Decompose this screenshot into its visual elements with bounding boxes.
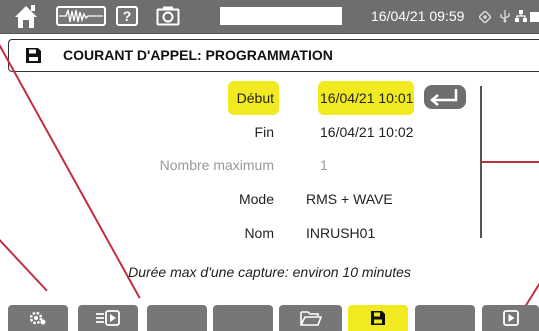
enter-button[interactable] [424,85,466,109]
settings-icon [29,311,46,325]
fin-value[interactable]: 16/04/21 10:02 [320,124,413,140]
field-label: Fin [254,124,274,140]
callout-line [482,161,539,163]
camera-icon[interactable] [156,6,180,31]
function-key-3[interactable] [147,305,207,331]
list-play-button[interactable] [78,305,138,331]
function-key-4[interactable] [213,305,273,331]
nombre-maximum-value: 1 [320,157,328,173]
save-button[interactable] [348,305,408,331]
nom-value[interactable]: INRUSH01 [306,225,375,241]
datetime-display: 16/04/21 09:59 [371,8,465,24]
function-key-8[interactable] [415,305,475,331]
status-bar: ? 16/04/21 09:59 [0,0,539,34]
debut-value[interactable]: 16/04/21 10:01 [320,90,413,106]
callout-line [525,281,539,306]
page-title-bar: COURANT D'APPEL: PROGRAMMATION [8,39,539,72]
network-icon [514,9,528,28]
list-play-icon [96,310,120,326]
play-icon [502,310,519,326]
open-folder-button[interactable] [280,305,342,331]
folder-icon [300,311,322,326]
play-button[interactable] [482,305,539,331]
save-icon [371,311,385,325]
help-button[interactable]: ? [116,6,138,26]
battery-icon [530,10,539,28]
field-label: Nombre maximum [159,157,274,173]
page-title: COURANT D'APPEL: PROGRAMMATION [63,47,333,63]
usb-icon [498,9,512,28]
memory-progress-bar [220,7,342,25]
field-label: Début [236,90,274,106]
settings-button[interactable] [8,305,68,331]
field-label: Mode [238,191,274,207]
mode-value[interactable]: RMS + WAVE [306,191,393,207]
capture-duration-note: Durée max d'une capture: environ 10 minu… [128,264,411,280]
field-label: Nom [244,225,274,241]
home-icon[interactable] [12,2,40,35]
connection-icon [477,9,493,28]
save-icon [25,47,42,69]
waveform-icon[interactable] [56,6,106,26]
